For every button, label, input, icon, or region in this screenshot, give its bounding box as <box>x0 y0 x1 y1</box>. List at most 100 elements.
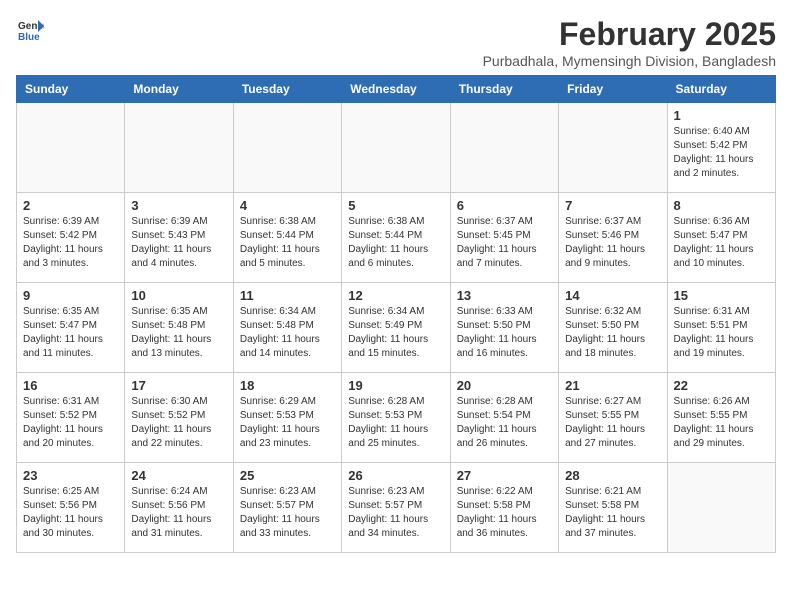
day-info: Sunrise: 6:34 AM Sunset: 5:48 PM Dayligh… <box>240 305 335 361</box>
calendar-cell: 4 Sunrise: 6:38 AM Sunset: 5:44 PM Daylig… <box>233 193 341 283</box>
day-number: 19 <box>348 378 443 393</box>
calendar-cell: 24 Sunrise: 6:24 AM Sunset: 5:56 PM Dayli… <box>125 463 233 553</box>
day-info: Sunrise: 6:26 AM Sunset: 5:55 PM Dayligh… <box>674 395 769 451</box>
calendar-cell: 18 Sunrise: 6:29 AM Sunset: 5:53 PM Dayli… <box>233 373 341 463</box>
day-info: Sunrise: 6:37 AM Sunset: 5:46 PM Dayligh… <box>565 215 660 271</box>
day-number: 21 <box>565 378 660 393</box>
calendar-cell: 25 Sunrise: 6:23 AM Sunset: 5:57 PM Dayli… <box>233 463 341 553</box>
day-info: Sunrise: 6:24 AM Sunset: 5:56 PM Dayligh… <box>131 485 226 541</box>
svg-text:Blue: Blue <box>18 32 40 43</box>
day-number: 1 <box>674 108 769 123</box>
calendar-cell <box>559 103 667 193</box>
day-info: Sunrise: 6:38 AM Sunset: 5:44 PM Dayligh… <box>348 215 443 271</box>
calendar-cell: 2 Sunrise: 6:39 AM Sunset: 5:42 PM Daylig… <box>17 193 125 283</box>
day-info: Sunrise: 6:25 AM Sunset: 5:56 PM Dayligh… <box>23 485 118 541</box>
day-number: 3 <box>131 198 226 213</box>
col-header-friday: Friday <box>559 76 667 103</box>
day-number: 26 <box>348 468 443 483</box>
day-info: Sunrise: 6:30 AM Sunset: 5:52 PM Dayligh… <box>131 395 226 451</box>
calendar-cell: 27 Sunrise: 6:22 AM Sunset: 5:58 PM Dayli… <box>450 463 558 553</box>
day-info: Sunrise: 6:36 AM Sunset: 5:47 PM Dayligh… <box>674 215 769 271</box>
day-number: 16 <box>23 378 118 393</box>
calendar-cell: 8 Sunrise: 6:36 AM Sunset: 5:47 PM Daylig… <box>667 193 775 283</box>
location-subtitle: Purbadhala, Mymensingh Division, Banglad… <box>483 53 776 69</box>
title-area: February 2025 Purbadhala, Mymensingh Div… <box>483 16 776 69</box>
col-header-thursday: Thursday <box>450 76 558 103</box>
day-number: 14 <box>565 288 660 303</box>
calendar-week-4: 16Sunrise: 6:31 AM Sunset: 5:52 PM Dayli… <box>17 373 776 463</box>
logo: General Blue <box>16 16 44 44</box>
day-info: Sunrise: 6:39 AM Sunset: 5:42 PM Dayligh… <box>23 215 118 271</box>
calendar-header-row: SundayMondayTuesdayWednesdayThursdayFrid… <box>17 76 776 103</box>
calendar-week-1: 1 Sunrise: 6:40 AM Sunset: 5:42 PM Daylig… <box>17 103 776 193</box>
day-number: 9 <box>23 288 118 303</box>
day-info: Sunrise: 6:23 AM Sunset: 5:57 PM Dayligh… <box>348 485 443 541</box>
day-info: Sunrise: 6:28 AM Sunset: 5:54 PM Dayligh… <box>457 395 552 451</box>
day-number: 24 <box>131 468 226 483</box>
day-info: Sunrise: 6:33 AM Sunset: 5:50 PM Dayligh… <box>457 305 552 361</box>
day-number: 17 <box>131 378 226 393</box>
calendar-cell <box>17 103 125 193</box>
calendar-cell: 10Sunrise: 6:35 AM Sunset: 5:48 PM Dayli… <box>125 283 233 373</box>
day-info: Sunrise: 6:29 AM Sunset: 5:53 PM Dayligh… <box>240 395 335 451</box>
day-number: 20 <box>457 378 552 393</box>
day-number: 11 <box>240 288 335 303</box>
day-info: Sunrise: 6:38 AM Sunset: 5:44 PM Dayligh… <box>240 215 335 271</box>
calendar-cell: 16Sunrise: 6:31 AM Sunset: 5:52 PM Dayli… <box>17 373 125 463</box>
calendar-cell <box>342 103 450 193</box>
calendar-cell: 28 Sunrise: 6:21 AM Sunset: 5:58 PM Dayli… <box>559 463 667 553</box>
calendar-cell: 5 Sunrise: 6:38 AM Sunset: 5:44 PM Daylig… <box>342 193 450 283</box>
day-info: Sunrise: 6:35 AM Sunset: 5:47 PM Dayligh… <box>23 305 118 361</box>
calendar-cell: 6Sunrise: 6:37 AM Sunset: 5:45 PM Daylig… <box>450 193 558 283</box>
calendar-week-2: 2 Sunrise: 6:39 AM Sunset: 5:42 PM Daylig… <box>17 193 776 283</box>
day-number: 13 <box>457 288 552 303</box>
calendar-cell: 20 Sunrise: 6:28 AM Sunset: 5:54 PM Dayli… <box>450 373 558 463</box>
col-header-sunday: Sunday <box>17 76 125 103</box>
page-header: General Blue February 2025 Purbadhala, M… <box>16 16 776 69</box>
day-number: 6 <box>457 198 552 213</box>
day-number: 5 <box>348 198 443 213</box>
calendar-cell: 19 Sunrise: 6:28 AM Sunset: 5:53 PM Dayli… <box>342 373 450 463</box>
col-header-monday: Monday <box>125 76 233 103</box>
day-number: 4 <box>240 198 335 213</box>
day-number: 22 <box>674 378 769 393</box>
day-number: 2 <box>23 198 118 213</box>
day-number: 8 <box>674 198 769 213</box>
day-info: Sunrise: 6:31 AM Sunset: 5:51 PM Dayligh… <box>674 305 769 361</box>
calendar-cell: 17 Sunrise: 6:30 AM Sunset: 5:52 PM Dayli… <box>125 373 233 463</box>
calendar-cell: 13 Sunrise: 6:33 AM Sunset: 5:50 PM Dayli… <box>450 283 558 373</box>
day-info: Sunrise: 6:39 AM Sunset: 5:43 PM Dayligh… <box>131 215 226 271</box>
col-header-tuesday: Tuesday <box>233 76 341 103</box>
calendar-cell: 26 Sunrise: 6:23 AM Sunset: 5:57 PM Dayli… <box>342 463 450 553</box>
calendar-cell <box>667 463 775 553</box>
day-number: 23 <box>23 468 118 483</box>
calendar-cell: 3 Sunrise: 6:39 AM Sunset: 5:43 PM Daylig… <box>125 193 233 283</box>
day-info: Sunrise: 6:22 AM Sunset: 5:58 PM Dayligh… <box>457 485 552 541</box>
logo-icon: General Blue <box>16 16 44 44</box>
day-info: Sunrise: 6:23 AM Sunset: 5:57 PM Dayligh… <box>240 485 335 541</box>
day-number: 10 <box>131 288 226 303</box>
day-info: Sunrise: 6:40 AM Sunset: 5:42 PM Dayligh… <box>674 125 769 181</box>
day-info: Sunrise: 6:21 AM Sunset: 5:58 PM Dayligh… <box>565 485 660 541</box>
calendar-cell <box>125 103 233 193</box>
day-number: 7 <box>565 198 660 213</box>
day-number: 18 <box>240 378 335 393</box>
calendar-cell: 7 Sunrise: 6:37 AM Sunset: 5:46 PM Daylig… <box>559 193 667 283</box>
day-info: Sunrise: 6:27 AM Sunset: 5:55 PM Dayligh… <box>565 395 660 451</box>
day-number: 12 <box>348 288 443 303</box>
day-number: 27 <box>457 468 552 483</box>
calendar-cell: 9 Sunrise: 6:35 AM Sunset: 5:47 PM Daylig… <box>17 283 125 373</box>
calendar-cell: 1 Sunrise: 6:40 AM Sunset: 5:42 PM Daylig… <box>667 103 775 193</box>
calendar-cell: 15 Sunrise: 6:31 AM Sunset: 5:51 PM Dayli… <box>667 283 775 373</box>
calendar-week-3: 9 Sunrise: 6:35 AM Sunset: 5:47 PM Daylig… <box>17 283 776 373</box>
day-info: Sunrise: 6:28 AM Sunset: 5:53 PM Dayligh… <box>348 395 443 451</box>
calendar-table: SundayMondayTuesdayWednesdayThursdayFrid… <box>16 75 776 553</box>
day-info: Sunrise: 6:32 AM Sunset: 5:50 PM Dayligh… <box>565 305 660 361</box>
day-number: 28 <box>565 468 660 483</box>
day-number: 25 <box>240 468 335 483</box>
calendar-cell: 21 Sunrise: 6:27 AM Sunset: 5:55 PM Dayli… <box>559 373 667 463</box>
month-title: February 2025 <box>483 16 776 53</box>
calendar-week-5: 23 Sunrise: 6:25 AM Sunset: 5:56 PM Dayli… <box>17 463 776 553</box>
day-number: 15 <box>674 288 769 303</box>
calendar-cell <box>233 103 341 193</box>
